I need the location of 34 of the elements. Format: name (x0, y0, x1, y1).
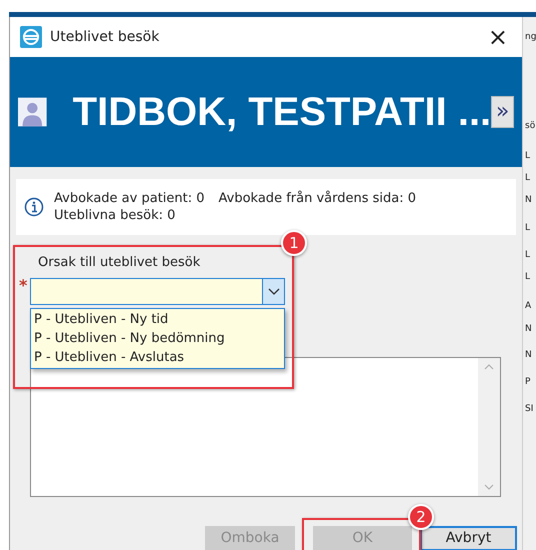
expand-button[interactable]: » (491, 96, 514, 128)
info-text: Uteblivna besök: 0 (54, 207, 176, 224)
info-icon (24, 197, 44, 217)
required-marker: * (19, 275, 28, 297)
row-fragment: L (525, 249, 530, 262)
dropdown-option[interactable]: P - Utebliven - Ny tid (31, 310, 284, 329)
close-button[interactable]: × (484, 25, 512, 49)
app-logo-icon (20, 26, 42, 48)
dropdown-button[interactable] (262, 279, 284, 304)
row-fragment: ng (525, 31, 536, 44)
row-fragment: N (525, 194, 532, 207)
info-text: Avbokade av patient: 0 (54, 190, 205, 207)
row-fragment: sö (525, 120, 536, 133)
row-fragment: A (525, 300, 532, 313)
row-fragment: L (525, 271, 530, 284)
window-title: Uteblivet besök (50, 28, 160, 46)
patient-name: TIDBOK, TESTPATII ... (72, 89, 492, 136)
row-fragment: L (525, 222, 530, 235)
chevron-down-icon (268, 288, 280, 296)
info-text: Avbokade från vårdens sida: 0 (218, 190, 416, 207)
row-fragment: N (525, 349, 532, 362)
reason-label: Orsak till uteblivet besök (38, 254, 200, 272)
dropdown-option[interactable]: P - Utebliven - Ny bedömning (31, 329, 284, 348)
row-fragment: L (525, 172, 530, 185)
dropdown-option[interactable]: P - Utebliven - Avslutas (31, 348, 284, 367)
reason-combobox[interactable] (30, 278, 285, 305)
scroll-down-icon (484, 484, 494, 490)
row-fragment: L (525, 150, 530, 163)
scroll-up-icon (484, 364, 494, 370)
scrollbar[interactable] (478, 358, 500, 496)
row-fragment: P (525, 376, 530, 389)
row-fragment: N (525, 323, 532, 336)
row-fragment: SI (525, 403, 534, 416)
dialog-button[interactable]: Avbryt (420, 526, 517, 550)
